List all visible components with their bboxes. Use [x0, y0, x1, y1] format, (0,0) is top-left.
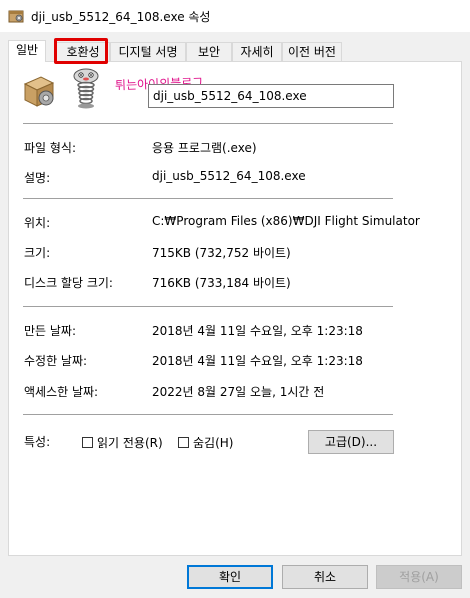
tab-digital-signature[interactable]: 디지털 서명	[110, 42, 186, 61]
general-tab-panel	[8, 61, 462, 556]
modified-label: 수정한 날짜:	[24, 354, 88, 368]
apply-button[interactable]: 적용(A)	[376, 565, 462, 589]
window-title: dji_usb_5512_64_108.exe 속성	[31, 10, 211, 24]
separator	[23, 123, 393, 124]
created-label: 만든 날짜:	[24, 324, 77, 338]
hidden-checkbox-label: 숨김(H)	[193, 436, 234, 450]
application-exe-icon	[8, 10, 24, 23]
file-type-value: 응용 프로그램(.exe)	[152, 141, 257, 155]
accessed-value: 2022년 8월 27일 오늘, 1시간 전	[152, 385, 325, 399]
file-type-label: 파일 형식:	[24, 141, 77, 155]
readonly-checkbox[interactable]: 읽기 전용(R)	[82, 434, 163, 451]
location-label: 위치:	[24, 216, 51, 230]
attributes-label: 특성:	[24, 435, 51, 449]
readonly-checkbox-box[interactable]	[82, 437, 93, 448]
tab-security[interactable]: 보안	[186, 42, 232, 61]
cancel-button[interactable]: 취소	[282, 565, 368, 589]
hidden-checkbox[interactable]: 숨김(H)	[178, 434, 233, 451]
readonly-checkbox-label: 읽기 전용(R)	[97, 436, 163, 450]
spring-mascot-image	[73, 68, 99, 109]
tab-strip: 일반 호환성 디지털 서명 보안 자세히 이전 버전	[8, 40, 462, 62]
separator	[23, 414, 393, 415]
description-label: 설명:	[24, 171, 51, 185]
accessed-label: 액세스한 날짜:	[24, 385, 99, 399]
tab-details[interactable]: 자세히	[232, 42, 282, 61]
advanced-button[interactable]: 고급(D)...	[308, 430, 394, 454]
location-value: C:₩Program Files (x86)₩DJI Flight Simula…	[152, 214, 420, 228]
title-bar: dji_usb_5512_64_108.exe 속성	[0, 0, 470, 32]
ok-button[interactable]: 확인	[187, 565, 273, 589]
separator	[23, 306, 393, 307]
created-value: 2018년 4월 11일 수요일, 오후 1:23:18	[152, 324, 363, 338]
description-value: dji_usb_5512_64_108.exe	[152, 169, 306, 183]
size-on-disk-value: 716KB (733,184 바이트)	[152, 276, 291, 290]
size-label: 크기:	[24, 246, 51, 260]
tab-previous-versions[interactable]: 이전 버전	[282, 42, 342, 61]
tab-compatibility[interactable]: 호환성	[56, 42, 110, 61]
tab-general[interactable]: 일반	[8, 40, 46, 62]
hidden-checkbox-box[interactable]	[178, 437, 189, 448]
exe-setup-box-icon	[23, 76, 55, 107]
separator	[23, 198, 393, 199]
size-value: 715KB (732,752 바이트)	[152, 246, 291, 260]
size-on-disk-label: 디스크 할당 크기:	[24, 276, 113, 290]
modified-value: 2018년 4월 11일 수요일, 오후 1:23:18	[152, 354, 363, 368]
filename-field[interactable]: dji_usb_5512_64_108.exe	[148, 84, 394, 108]
